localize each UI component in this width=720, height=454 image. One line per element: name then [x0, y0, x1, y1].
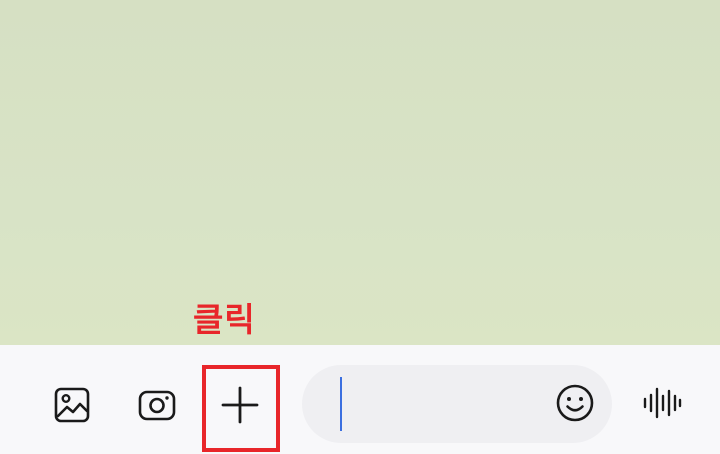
click-annotation-label: 클릭 [193, 300, 256, 339]
emoji-icon [555, 383, 595, 427]
voice-waveform-icon [642, 386, 682, 424]
plus-button[interactable] [215, 380, 265, 430]
voice-button[interactable] [637, 380, 687, 430]
camera-button[interactable] [132, 380, 182, 430]
chat-background [0, 0, 720, 345]
camera-icon [137, 387, 177, 423]
plus-icon [220, 385, 260, 425]
message-input[interactable] [332, 377, 546, 433]
text-caret [340, 377, 342, 431]
gallery-icon [53, 386, 91, 424]
emoji-button[interactable] [550, 380, 600, 430]
gallery-button[interactable] [47, 380, 97, 430]
